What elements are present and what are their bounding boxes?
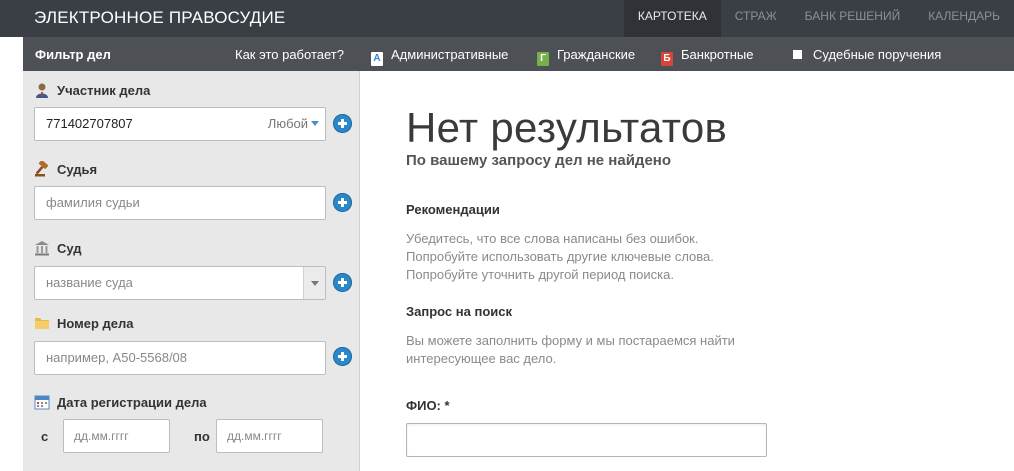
category-civil[interactable]: Г Гражданские [537, 47, 635, 66]
filter-panel: Участник дела 771402707807 Любой Судья ф… [23, 71, 360, 471]
participant-value: 771402707807 [46, 116, 133, 131]
recommendation-line: Убедитесь, что все слова написаны без ош… [406, 231, 699, 246]
court-label-text: Суд [57, 241, 82, 256]
category-court-orders[interactable]: Судебные поручения [793, 47, 941, 62]
judge-input[interactable]: фамилия судьи [34, 186, 326, 220]
reg-date-label-text: Дата регистрации дела [57, 395, 207, 410]
nav-kartoteka[interactable]: КАРТОТЕКА [623, 0, 721, 37]
person-icon [36, 83, 48, 98]
add-court-button[interactable] [333, 273, 352, 292]
category-administrative-label: Административные [391, 47, 509, 62]
judge-label: Судья [34, 161, 97, 177]
filter-bar: Фильтр дел Как это работает? А Администра… [23, 37, 1014, 71]
fio-label: ФИО: * [406, 398, 450, 413]
nav-kalendar[interactable]: КАЛЕНДАРЬ [914, 0, 1014, 37]
date-from-label: с [41, 429, 49, 444]
date-from-placeholder: дд.мм.гггг [74, 429, 129, 443]
add-case-number-button[interactable] [333, 347, 352, 366]
date-to-placeholder: дд.мм.гггг [227, 429, 282, 443]
participant-mode-label: Любой [267, 116, 308, 131]
recommendations-text: Убедитесь, что все слова написаны без ош… [406, 230, 714, 284]
courthouse-icon [35, 241, 49, 256]
how-it-works-link[interactable]: Как это работает? [235, 47, 344, 62]
case-number-label-text: Номер дела [57, 316, 134, 331]
participant-input[interactable]: 771402707807 Любой [34, 107, 326, 141]
search-request-heading: Запрос на поиск [406, 304, 512, 319]
court-select[interactable]: название суда [34, 266, 326, 300]
search-request-line: Вы можете заполнить форму и мы постараем… [406, 333, 735, 348]
recommendation-line: Попробуйте использовать другие ключевые … [406, 249, 714, 264]
date-from-input[interactable]: дд.мм.гггг [63, 419, 170, 453]
recommendations-heading: Рекомендации [406, 202, 500, 217]
fio-input[interactable] [406, 423, 767, 457]
court-orders-checkbox[interactable] [793, 50, 802, 59]
recommendation-line: Попробуйте уточнить другой период поиска… [406, 267, 674, 282]
category-administrative[interactable]: А Административные [371, 47, 508, 66]
add-participant-button[interactable] [333, 114, 352, 133]
site-logo-title[interactable]: ЭЛЕКТРОННОЕ ПРАВОСУДИЕ [34, 8, 285, 28]
category-court-orders-label: Судебные поручения [813, 47, 942, 62]
chevron-down-icon[interactable] [303, 267, 325, 299]
category-bankruptcy[interactable]: Б Банкротные [661, 47, 754, 66]
judge-label-text: Судья [57, 162, 98, 177]
nav-bank-resheniy[interactable]: БАНК РЕШЕНИЙ [791, 0, 915, 37]
date-to-label: по [194, 429, 210, 444]
top-nav: КАРТОТЕКА СТРАЖ БАНК РЕШЕНИЙ КАЛЕНДАРЬ [623, 0, 1014, 37]
filter-title: Фильтр дел [35, 47, 111, 62]
case-number-input[interactable]: например, А50-5568/08 [34, 341, 326, 375]
no-results-subtitle: По вашему запросу дел не найдено [406, 152, 672, 169]
reg-date-label: Дата регистрации дела [34, 394, 207, 410]
civil-badge-icon: Г [537, 52, 549, 66]
case-number-label: Номер дела [34, 315, 134, 331]
bankruptcy-badge-icon: Б [661, 52, 673, 66]
chevron-down-icon [311, 121, 319, 126]
administrative-badge-icon: А [371, 52, 383, 66]
court-placeholder: название суда [46, 275, 133, 290]
case-number-placeholder: например, А50-5568/08 [46, 350, 188, 365]
search-request-text: Вы можете заполнить форму и мы постараем… [406, 332, 735, 368]
category-civil-label: Гражданские [557, 47, 636, 62]
folder-icon [35, 318, 49, 329]
no-results-title: Нет результатов [406, 104, 728, 151]
add-judge-button[interactable] [333, 193, 352, 212]
gavel-icon [35, 161, 49, 177]
nav-strazh[interactable]: СТРАЖ [721, 0, 791, 37]
category-bankruptcy-label: Банкротные [681, 47, 754, 62]
search-request-line: интересующее вас дело. [406, 351, 557, 366]
participant-label-text: Участник дела [57, 83, 151, 98]
participant-label: Участник дела [34, 82, 150, 98]
court-label: Суд [34, 240, 82, 256]
participant-mode-select[interactable]: Любой [268, 108, 319, 140]
date-to-input[interactable]: дд.мм.гггг [216, 419, 323, 453]
calendar-icon [34, 395, 50, 410]
top-header: ЭЛЕКТРОННОЕ ПРАВОСУДИЕ КАРТОТЕКА СТРАЖ Б… [0, 0, 1014, 37]
judge-placeholder: фамилия судьи [46, 195, 140, 210]
